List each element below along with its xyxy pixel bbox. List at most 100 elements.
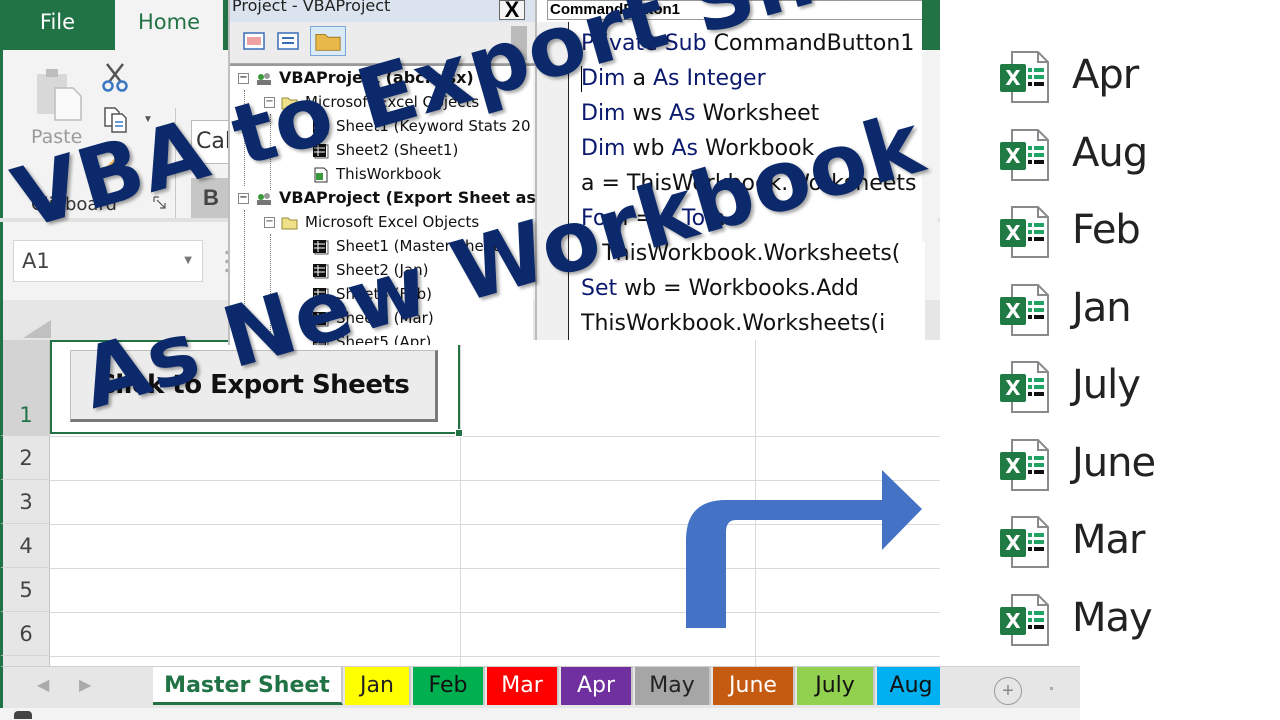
- sheet-tab-june[interactable]: June: [713, 667, 795, 705]
- dialog-launcher-icon[interactable]: [153, 196, 167, 210]
- background-ribbon-peek: [922, 52, 938, 242]
- svg-text:X: X: [1005, 609, 1021, 633]
- copy-dropdown-icon[interactable]: ▼: [143, 114, 153, 125]
- collapse-icon[interactable]: −: [264, 217, 275, 228]
- project-explorer-titlebar[interactable]: Project - VBAProject X: [230, 0, 535, 22]
- exported-file-item[interactable]: X Aug: [1000, 126, 1260, 186]
- gridline: [460, 340, 461, 666]
- tree-node-label: Sheet1 (Keyword Stats 20: [336, 117, 531, 135]
- row-header[interactable]: 4: [0, 524, 50, 568]
- tree-node[interactable]: Sheet1 (Master Sheet): [312, 234, 505, 258]
- copy-icon[interactable]: [103, 106, 129, 134]
- file-name: Jan: [1072, 284, 1132, 331]
- tree-node[interactable]: − VBAProject (abc.xlsx): [238, 66, 474, 90]
- row-header[interactable]: 5: [0, 568, 50, 612]
- tree-node[interactable]: Sheet2 (Sheet1): [312, 138, 458, 162]
- tree-connector: [270, 234, 271, 345]
- status-bar: [0, 708, 1080, 720]
- cut-icon[interactable]: [101, 62, 129, 92]
- code-line: Dim ws As Worksheet: [581, 96, 927, 131]
- code-keyword: As: [671, 136, 705, 161]
- sheet-tab-jan[interactable]: Jan: [345, 667, 411, 705]
- tree-node[interactable]: Sheet3 (Feb): [312, 282, 432, 306]
- sheet-tab-aug[interactable]: Aug: [877, 667, 940, 705]
- export-sheets-button[interactable]: Click to Export Sheets: [70, 350, 438, 422]
- code-token: Worksheet: [702, 101, 820, 126]
- paste-button[interactable]: Paste: [31, 126, 82, 148]
- toolbar-overflow-icon[interactable]: [511, 26, 527, 60]
- exported-file-item[interactable]: X Feb: [1000, 203, 1260, 263]
- code-editor[interactable]: Private Sub CommandButton1 Dim a As Integ…: [581, 26, 927, 341]
- row-header[interactable]: 1: [0, 340, 50, 436]
- view-code-icon[interactable]: [242, 30, 266, 52]
- code-window: CommandButton1 Private Sub CommandButton…: [535, 0, 925, 340]
- tree-node[interactable]: − Microsoft Excel Objects: [264, 90, 479, 114]
- exported-file-item[interactable]: X June: [1000, 436, 1260, 496]
- row-header[interactable]: 6: [0, 612, 50, 656]
- exported-file-item[interactable]: X Apr: [1000, 48, 1260, 108]
- status-icon: [14, 711, 32, 719]
- code-keyword: As: [668, 101, 703, 126]
- format-painter-icon[interactable]: [101, 146, 133, 176]
- gridline: [50, 656, 940, 657]
- tree-node[interactable]: Sheet1 (Keyword Stats 20: [312, 114, 531, 138]
- row-header[interactable]: 3: [0, 480, 50, 524]
- bent-arrow-icon: [686, 470, 922, 628]
- worksheet-icon: [312, 117, 336, 135]
- sheet-tab-mar[interactable]: Mar: [487, 667, 559, 705]
- collapse-icon[interactable]: −: [238, 73, 249, 84]
- exported-file-item[interactable]: X Mar: [1000, 513, 1260, 573]
- tree-node[interactable]: Sheet5 (Apr): [312, 330, 431, 345]
- worksheet-icon: [312, 141, 336, 159]
- sheet-tab-may[interactable]: May: [635, 667, 711, 705]
- sheet-tab-feb[interactable]: Feb: [413, 667, 485, 705]
- tab-file[interactable]: File: [0, 0, 115, 50]
- code-line: Set wb = Workbooks.Add: [581, 271, 927, 306]
- paste-icon[interactable]: [33, 66, 89, 122]
- tree-node[interactable]: − Microsoft Excel Objects: [264, 210, 479, 234]
- fill-handle[interactable]: [455, 429, 463, 437]
- worksheet-icon: [312, 309, 336, 327]
- code-token: i = 1: [622, 206, 682, 231]
- chevron-down-icon[interactable]: ▼: [184, 241, 192, 281]
- exported-file-item[interactable]: X May: [1000, 591, 1260, 651]
- sheet-tab-apr[interactable]: Apr: [561, 667, 633, 705]
- code-keyword: Dim: [581, 136, 633, 161]
- exported-file-item[interactable]: X July: [1000, 358, 1260, 418]
- name-box[interactable]: A1 ▼: [13, 240, 203, 282]
- collapse-icon[interactable]: −: [264, 97, 275, 108]
- tab-home[interactable]: Home: [115, 0, 223, 50]
- view-object-icon[interactable]: [276, 30, 300, 52]
- collapse-icon[interactable]: −: [238, 193, 249, 204]
- select-all-button[interactable]: [23, 320, 51, 338]
- tree-node-label: Microsoft Excel Objects: [305, 93, 480, 111]
- exported-file-item[interactable]: X Jan: [1000, 281, 1260, 341]
- bold-button[interactable]: B: [191, 178, 231, 218]
- toggle-folders-icon[interactable]: [310, 26, 346, 56]
- svg-text:X: X: [1005, 454, 1021, 478]
- add-sheet-icon[interactable]: +: [994, 677, 1022, 705]
- close-icon[interactable]: X: [499, 0, 525, 21]
- more-options-icon[interactable]: [1050, 687, 1053, 690]
- code-token: Workbook: [704, 136, 815, 161]
- code-line: Private Sub CommandButton1: [581, 26, 927, 61]
- code-token: a: [712, 206, 726, 231]
- row-header[interactable]: 2: [0, 436, 50, 480]
- scroll-right-icon[interactable]: ▶: [79, 675, 91, 695]
- name-box-value: A1: [22, 249, 50, 273]
- tree-node[interactable]: ThisWorkbook: [312, 162, 441, 186]
- code-line: Dim wb As Workbook: [581, 131, 927, 166]
- object-dropdown[interactable]: CommandButton1: [547, 0, 925, 20]
- tree-connector: [244, 210, 245, 345]
- code-token: ThisWorkbook.Worksheets(: [602, 241, 901, 266]
- scroll-left-icon[interactable]: ◀: [37, 675, 49, 695]
- tree-node[interactable]: Sheet4 (Mar): [312, 306, 434, 330]
- tree-connector: [270, 114, 271, 190]
- code-line: ThisWorkbook.Worksheets(i: [581, 306, 927, 341]
- sheet-tab-july[interactable]: July: [797, 667, 875, 705]
- sheet-tab-master-sheet[interactable]: Master Sheet: [153, 667, 343, 705]
- tree-node-label: Sheet5 (Apr): [336, 333, 432, 345]
- paste-dropdown-icon[interactable]: ▼: [53, 158, 63, 169]
- tree-node[interactable]: − VBAProject (Export Sheet as: [238, 186, 535, 210]
- tree-node[interactable]: Sheet2 (Jan): [312, 258, 429, 282]
